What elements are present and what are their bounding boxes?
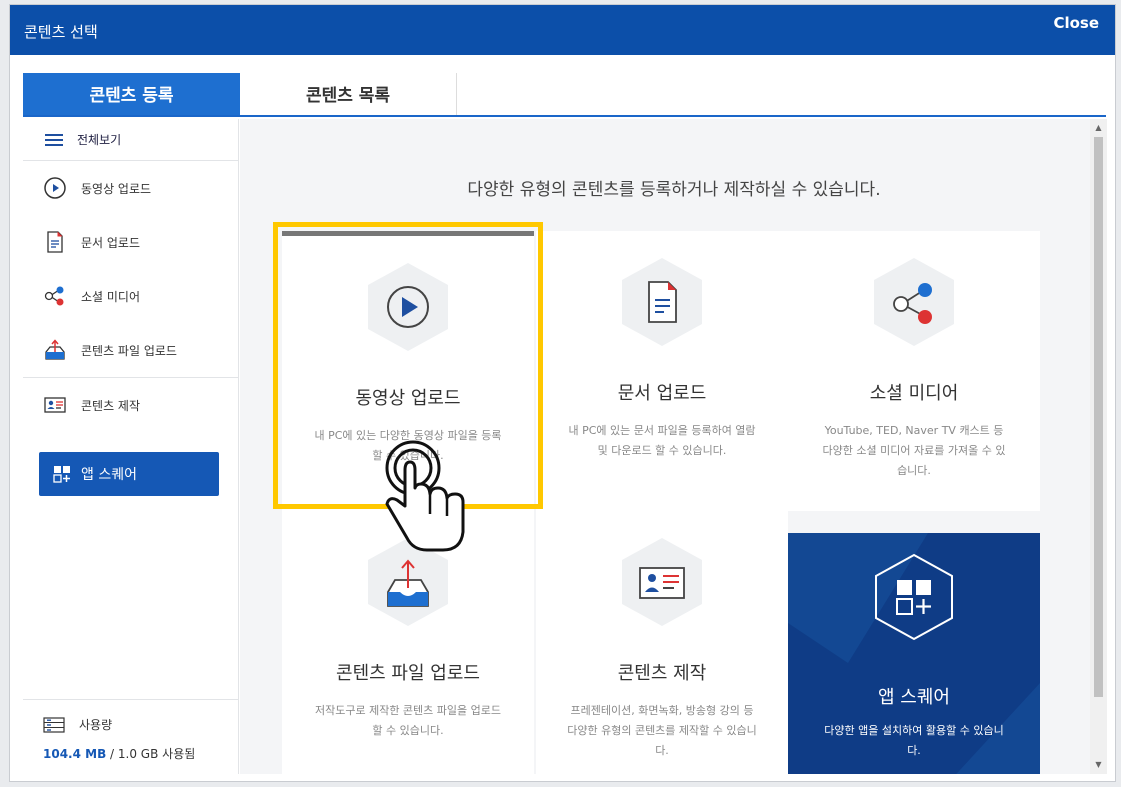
document-icon <box>43 230 67 254</box>
card-title: 문서 업로드 <box>617 383 707 404</box>
tab-bar: 콘텐츠 등록 콘텐츠 목록 <box>23 73 1106 117</box>
document-icon <box>622 258 702 346</box>
titlebar: 콘텐츠 선택 Close <box>10 5 1115 55</box>
share-icon <box>43 284 67 308</box>
dialog-title: 콘텐츠 선택 <box>24 23 98 41</box>
card-document-upload[interactable]: 문서 업로드 내 PC에 있는 문서 파일을 등록하여 열람 및 다운로드 할 … <box>536 231 788 511</box>
card-content-file-upload[interactable]: 콘텐츠 파일 업로드 저작도구로 제작한 콘텐츠 파일을 업로드 할 수 있습니… <box>282 511 534 774</box>
app-square-button-label: 앱 스퀘어 <box>81 467 137 483</box>
app-grid-icon <box>53 465 71 483</box>
share-icon <box>874 258 954 346</box>
close-button[interactable]: Close <box>1053 14 1099 32</box>
usage-label: 사용량 <box>79 718 113 732</box>
id-card-icon <box>622 538 702 626</box>
card-title: 소셜 미디어 <box>869 383 959 404</box>
content-select-dialog: 콘텐츠 선택 Close 콘텐츠 등록 콘텐츠 목록 전체보기 동영상 업로드 … <box>9 4 1116 782</box>
app-square-button[interactable]: 앱 스퀘어 <box>39 452 219 496</box>
tab-content-register[interactable]: 콘텐츠 등록 <box>23 73 240 115</box>
vertical-scrollbar[interactable]: ▲ ▼ <box>1090 119 1107 774</box>
upload-tray-icon <box>43 338 67 362</box>
card-title: 콘텐츠 제작 <box>617 663 707 684</box>
storage-icon <box>43 716 65 733</box>
card-video-upload[interactable]: 동영상 업로드 내 PC에 있는 다양한 동영상 파일을 등록할 수 있습니다. <box>282 231 534 511</box>
sidebar: 전체보기 동영상 업로드 문서 업로드 소셜 미디어 콘텐츠 파일 업로드 콘텐… <box>23 119 239 774</box>
menu-icon <box>45 133 63 146</box>
app-grid-icon <box>875 553 953 641</box>
sidebar-item-label: 콘텐츠 제작 <box>81 398 141 413</box>
usage-total-text: / 1.0 GB 사용됨 <box>106 747 196 761</box>
sidebar-item-document-upload[interactable]: 문서 업로드 <box>23 215 238 269</box>
card-content-creation[interactable]: 콘텐츠 제작 프레젠테이션, 화면녹화, 방송형 강의 등 다양한 유형의 콘텐… <box>536 511 788 774</box>
upload-tray-icon <box>368 538 448 626</box>
usage-used-value: 104.4 MB <box>43 747 107 761</box>
card-social-media[interactable]: 소셜 미디어 YouTube, TED, Naver TV 캐스트 등 다양한 … <box>788 231 1040 511</box>
tab-content-list[interactable]: 콘텐츠 목록 <box>240 73 457 115</box>
sidebar-item-label: 소셜 미디어 <box>81 289 141 304</box>
sidebar-item-content-file-upload[interactable]: 콘텐츠 파일 업로드 <box>23 323 238 377</box>
card-title: 콘텐츠 파일 업로드 <box>336 663 480 684</box>
sidebar-item-content-creation[interactable]: 콘텐츠 제작 <box>23 378 238 432</box>
card-description: 내 PC에 있는 다양한 동영상 파일을 등록할 수 있습니다. <box>314 429 502 462</box>
sidebar-item-label: 동영상 업로드 <box>81 181 152 196</box>
play-circle-icon <box>368 263 448 351</box>
card-description: 저작도구로 제작한 콘텐츠 파일을 업로드 할 수 있습니다. <box>314 704 502 737</box>
storage-usage: 사용량 104.4 MB / 1.0 GB 사용됨 <box>23 699 239 774</box>
sidebar-item-label: 문서 업로드 <box>81 235 141 250</box>
card-description: YouTube, TED, Naver TV 캐스트 등 다양한 소셜 미디어 … <box>822 424 1006 477</box>
id-card-icon <box>43 393 67 417</box>
sidebar-view-all-label: 전체보기 <box>77 133 122 147</box>
scroll-down-arrow-icon[interactable]: ▼ <box>1090 758 1107 772</box>
play-circle-icon <box>43 176 67 200</box>
card-title: 앱 스퀘어 <box>878 687 950 708</box>
card-description: 내 PC에 있는 문서 파일을 등록하여 열람 및 다운로드 할 수 있습니다. <box>568 424 756 457</box>
card-description: 프레젠테이션, 화면녹화, 방송형 강의 등 다양한 유형의 콘텐츠를 제작할 … <box>567 704 757 757</box>
card-description: 다양한 앱을 설치하여 활용할 수 있습니다. <box>824 724 1004 757</box>
scroll-up-arrow-icon[interactable]: ▲ <box>1090 121 1107 135</box>
sidebar-view-all[interactable]: 전체보기 <box>23 119 238 161</box>
main-content: 다양한 유형의 콘텐츠를 등록하거나 제작하실 수 있습니다. 동영상 업로드 … <box>240 119 1090 774</box>
sidebar-item-social-media[interactable]: 소셜 미디어 <box>23 269 238 323</box>
card-title: 동영상 업로드 <box>355 388 461 409</box>
sidebar-item-label: 콘텐츠 파일 업로드 <box>81 343 177 358</box>
scrollbar-thumb[interactable] <box>1094 137 1103 697</box>
card-app-square[interactable]: 앱 스퀘어 다양한 앱을 설치하여 활용할 수 있습니다. <box>788 533 1040 774</box>
sidebar-item-video-upload[interactable]: 동영상 업로드 <box>23 161 238 215</box>
page-headline: 다양한 유형의 콘텐츠를 등록하거나 제작하실 수 있습니다. <box>467 180 881 200</box>
